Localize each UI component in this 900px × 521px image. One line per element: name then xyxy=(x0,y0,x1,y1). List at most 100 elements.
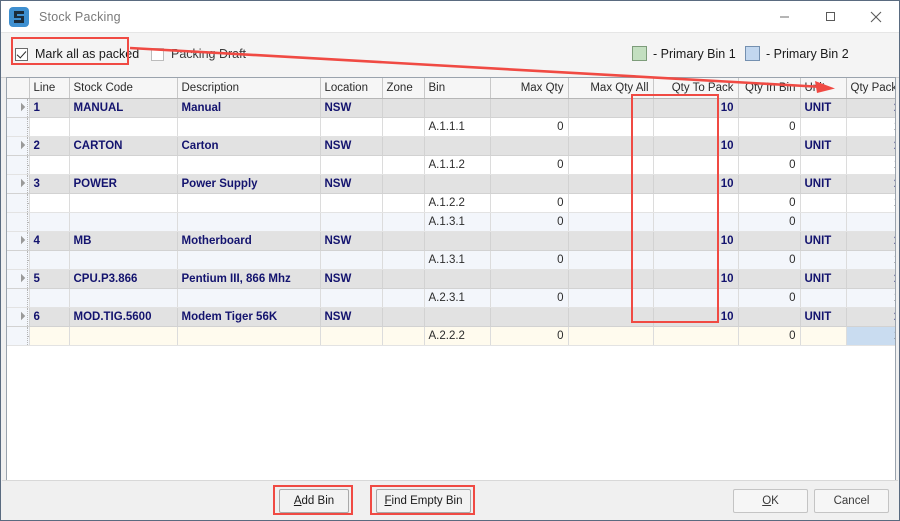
add-bin-button[interactable]: Add Bin xyxy=(279,489,349,513)
cell-stock-code[interactable] xyxy=(69,288,178,308)
cell-qty-in-bin[interactable] xyxy=(738,307,801,327)
cell-qty-packed[interactable]: 0 xyxy=(846,212,895,232)
cell-max-qty[interactable]: 0 xyxy=(490,288,569,308)
cell-max-qty[interactable]: 0 xyxy=(490,250,569,270)
cell-zone[interactable] xyxy=(382,98,425,118)
cell-qty-packed[interactable]: 10 xyxy=(846,269,895,289)
row-expander-cell[interactable] xyxy=(7,136,30,156)
cell-max-qty-all[interactable] xyxy=(568,307,654,327)
grid-parent-row[interactable]: 4MBMotherboardNSW10UNIT10 xyxy=(7,231,895,251)
cell-location[interactable]: NSW xyxy=(320,136,383,156)
ok-button[interactable]: OK xyxy=(733,489,808,513)
header-line[interactable]: Line xyxy=(29,78,70,99)
cell-bin[interactable] xyxy=(424,98,491,118)
cell-max-qty[interactable]: 0 xyxy=(490,212,569,232)
cell-description[interactable]: Modem Tiger 56K xyxy=(177,307,321,327)
grid-parent-row[interactable]: 2CARTONCartonNSW10UNIT10 xyxy=(7,136,895,156)
cell-qty-packed[interactable]: 10 xyxy=(846,98,895,118)
header-description[interactable]: Description xyxy=(177,78,321,99)
cell-zone[interactable] xyxy=(382,212,425,232)
cell-description[interactable] xyxy=(177,155,321,175)
cell-description[interactable] xyxy=(177,288,321,308)
grid-parent-row[interactable]: 6MOD.TIG.5600Modem Tiger 56KNSW10UNIT10 xyxy=(7,307,895,327)
cell-stock-code[interactable]: POWER xyxy=(69,174,178,194)
cell-line[interactable]: 5 xyxy=(29,269,70,289)
cell-bin[interactable]: A.1.3.1 xyxy=(424,212,491,232)
grid-parent-row[interactable]: 3POWERPower SupplyNSW10UNIT10 xyxy=(7,174,895,194)
cell-qty-in-bin[interactable] xyxy=(738,269,801,289)
cell-description[interactable]: Manual xyxy=(177,98,321,118)
cell-location[interactable]: NSW xyxy=(320,98,383,118)
cell-max-qty-all[interactable] xyxy=(568,250,654,270)
cell-max-qty-all[interactable] xyxy=(568,288,654,308)
cell-max-qty[interactable] xyxy=(490,174,569,194)
cell-zone[interactable] xyxy=(382,231,425,251)
cell-description[interactable] xyxy=(177,212,321,232)
cancel-button[interactable]: Cancel xyxy=(814,489,889,513)
expander-triangle-icon[interactable] xyxy=(16,273,26,282)
cell-qty-in-bin[interactable]: 0 xyxy=(738,193,801,213)
cell-max-qty[interactable] xyxy=(490,269,569,289)
cell-zone[interactable] xyxy=(382,269,425,289)
header-max-qty[interactable]: Max Qty xyxy=(490,78,569,99)
header-max-qty-all[interactable]: Max Qty All xyxy=(568,78,654,99)
cell-max-qty[interactable]: 0 xyxy=(490,117,569,137)
cell-description[interactable] xyxy=(177,193,321,213)
cell-unit[interactable]: UNIT xyxy=(800,269,847,289)
cell-bin[interactable] xyxy=(424,231,491,251)
cell-qty-in-bin[interactable]: 0 xyxy=(738,326,801,346)
cell-unit[interactable]: UNIT xyxy=(800,98,847,118)
header-qty-packed[interactable]: Qty Packed xyxy=(846,78,895,99)
cell-qty-to-pack[interactable] xyxy=(653,117,739,137)
cell-qty-to-pack[interactable] xyxy=(653,288,739,308)
cell-max-qty[interactable] xyxy=(490,98,569,118)
cell-stock-code[interactable] xyxy=(69,193,178,213)
cell-description[interactable]: Pentium III, 866 Mhz xyxy=(177,269,321,289)
cell-location[interactable] xyxy=(320,326,383,346)
row-expander-cell[interactable] xyxy=(7,307,30,327)
cell-qty-to-pack[interactable] xyxy=(653,250,739,270)
header-qty-in-bin[interactable]: Qty In Bin xyxy=(738,78,801,99)
cell-line[interactable] xyxy=(29,193,70,213)
cell-line[interactable] xyxy=(29,117,70,137)
expander-triangle-icon[interactable] xyxy=(16,178,26,187)
cell-max-qty-all[interactable] xyxy=(568,98,654,118)
row-expander-cell[interactable] xyxy=(7,174,30,194)
cell-zone[interactable] xyxy=(382,307,425,327)
cell-stock-code[interactable] xyxy=(69,212,178,232)
cell-bin[interactable]: A.1.1.1 xyxy=(424,117,491,137)
maximize-button[interactable] xyxy=(807,1,853,32)
close-button[interactable] xyxy=(853,1,899,32)
expander-triangle-icon[interactable] xyxy=(16,235,26,244)
cell-unit[interactable] xyxy=(800,212,847,232)
cell-max-qty[interactable] xyxy=(490,307,569,327)
cell-stock-code[interactable]: MB xyxy=(69,231,178,251)
cell-location[interactable] xyxy=(320,250,383,270)
cell-description[interactable]: Carton xyxy=(177,136,321,156)
cell-line[interactable]: 6 xyxy=(29,307,70,327)
cell-qty-to-pack[interactable]: 10 xyxy=(653,174,739,194)
cell-qty-packed[interactable]: 10 xyxy=(846,174,895,194)
grid-child-row[interactable]: A.1.2.20010 xyxy=(7,193,895,213)
cell-qty-to-pack[interactable]: 10 xyxy=(653,98,739,118)
cell-description[interactable] xyxy=(177,326,321,346)
cell-location[interactable]: NSW xyxy=(320,231,383,251)
cell-line[interactable] xyxy=(29,288,70,308)
cell-line[interactable] xyxy=(29,250,70,270)
cell-max-qty-all[interactable] xyxy=(568,193,654,213)
cell-stock-code[interactable]: CPU.P3.866 xyxy=(69,269,178,289)
cell-bin[interactable]: A.1.1.2 xyxy=(424,155,491,175)
cell-qty-to-pack[interactable] xyxy=(653,193,739,213)
cell-qty-in-bin[interactable] xyxy=(738,231,801,251)
cell-zone[interactable] xyxy=(382,136,425,156)
cell-qty-packed[interactable]: 10 xyxy=(846,288,895,308)
packing-draft-checkbox[interactable]: Packing Draft xyxy=(151,47,246,61)
grid-parent-row[interactable]: 5 CPU.P3.866 Pentium III, 866 Mhz NSW 10 UNIT… xyxy=(7,269,895,289)
cell-qty-packed[interactable]: 10 xyxy=(846,326,895,346)
grid-child-row[interactable]: A.1.1.20010 xyxy=(7,155,895,175)
cell-unit[interactable]: UNIT xyxy=(800,136,847,156)
cell-qty-to-pack[interactable] xyxy=(653,155,739,175)
cell-max-qty[interactable]: 0 xyxy=(490,326,569,346)
cell-zone[interactable] xyxy=(382,250,425,270)
cell-line[interactable] xyxy=(29,326,70,346)
